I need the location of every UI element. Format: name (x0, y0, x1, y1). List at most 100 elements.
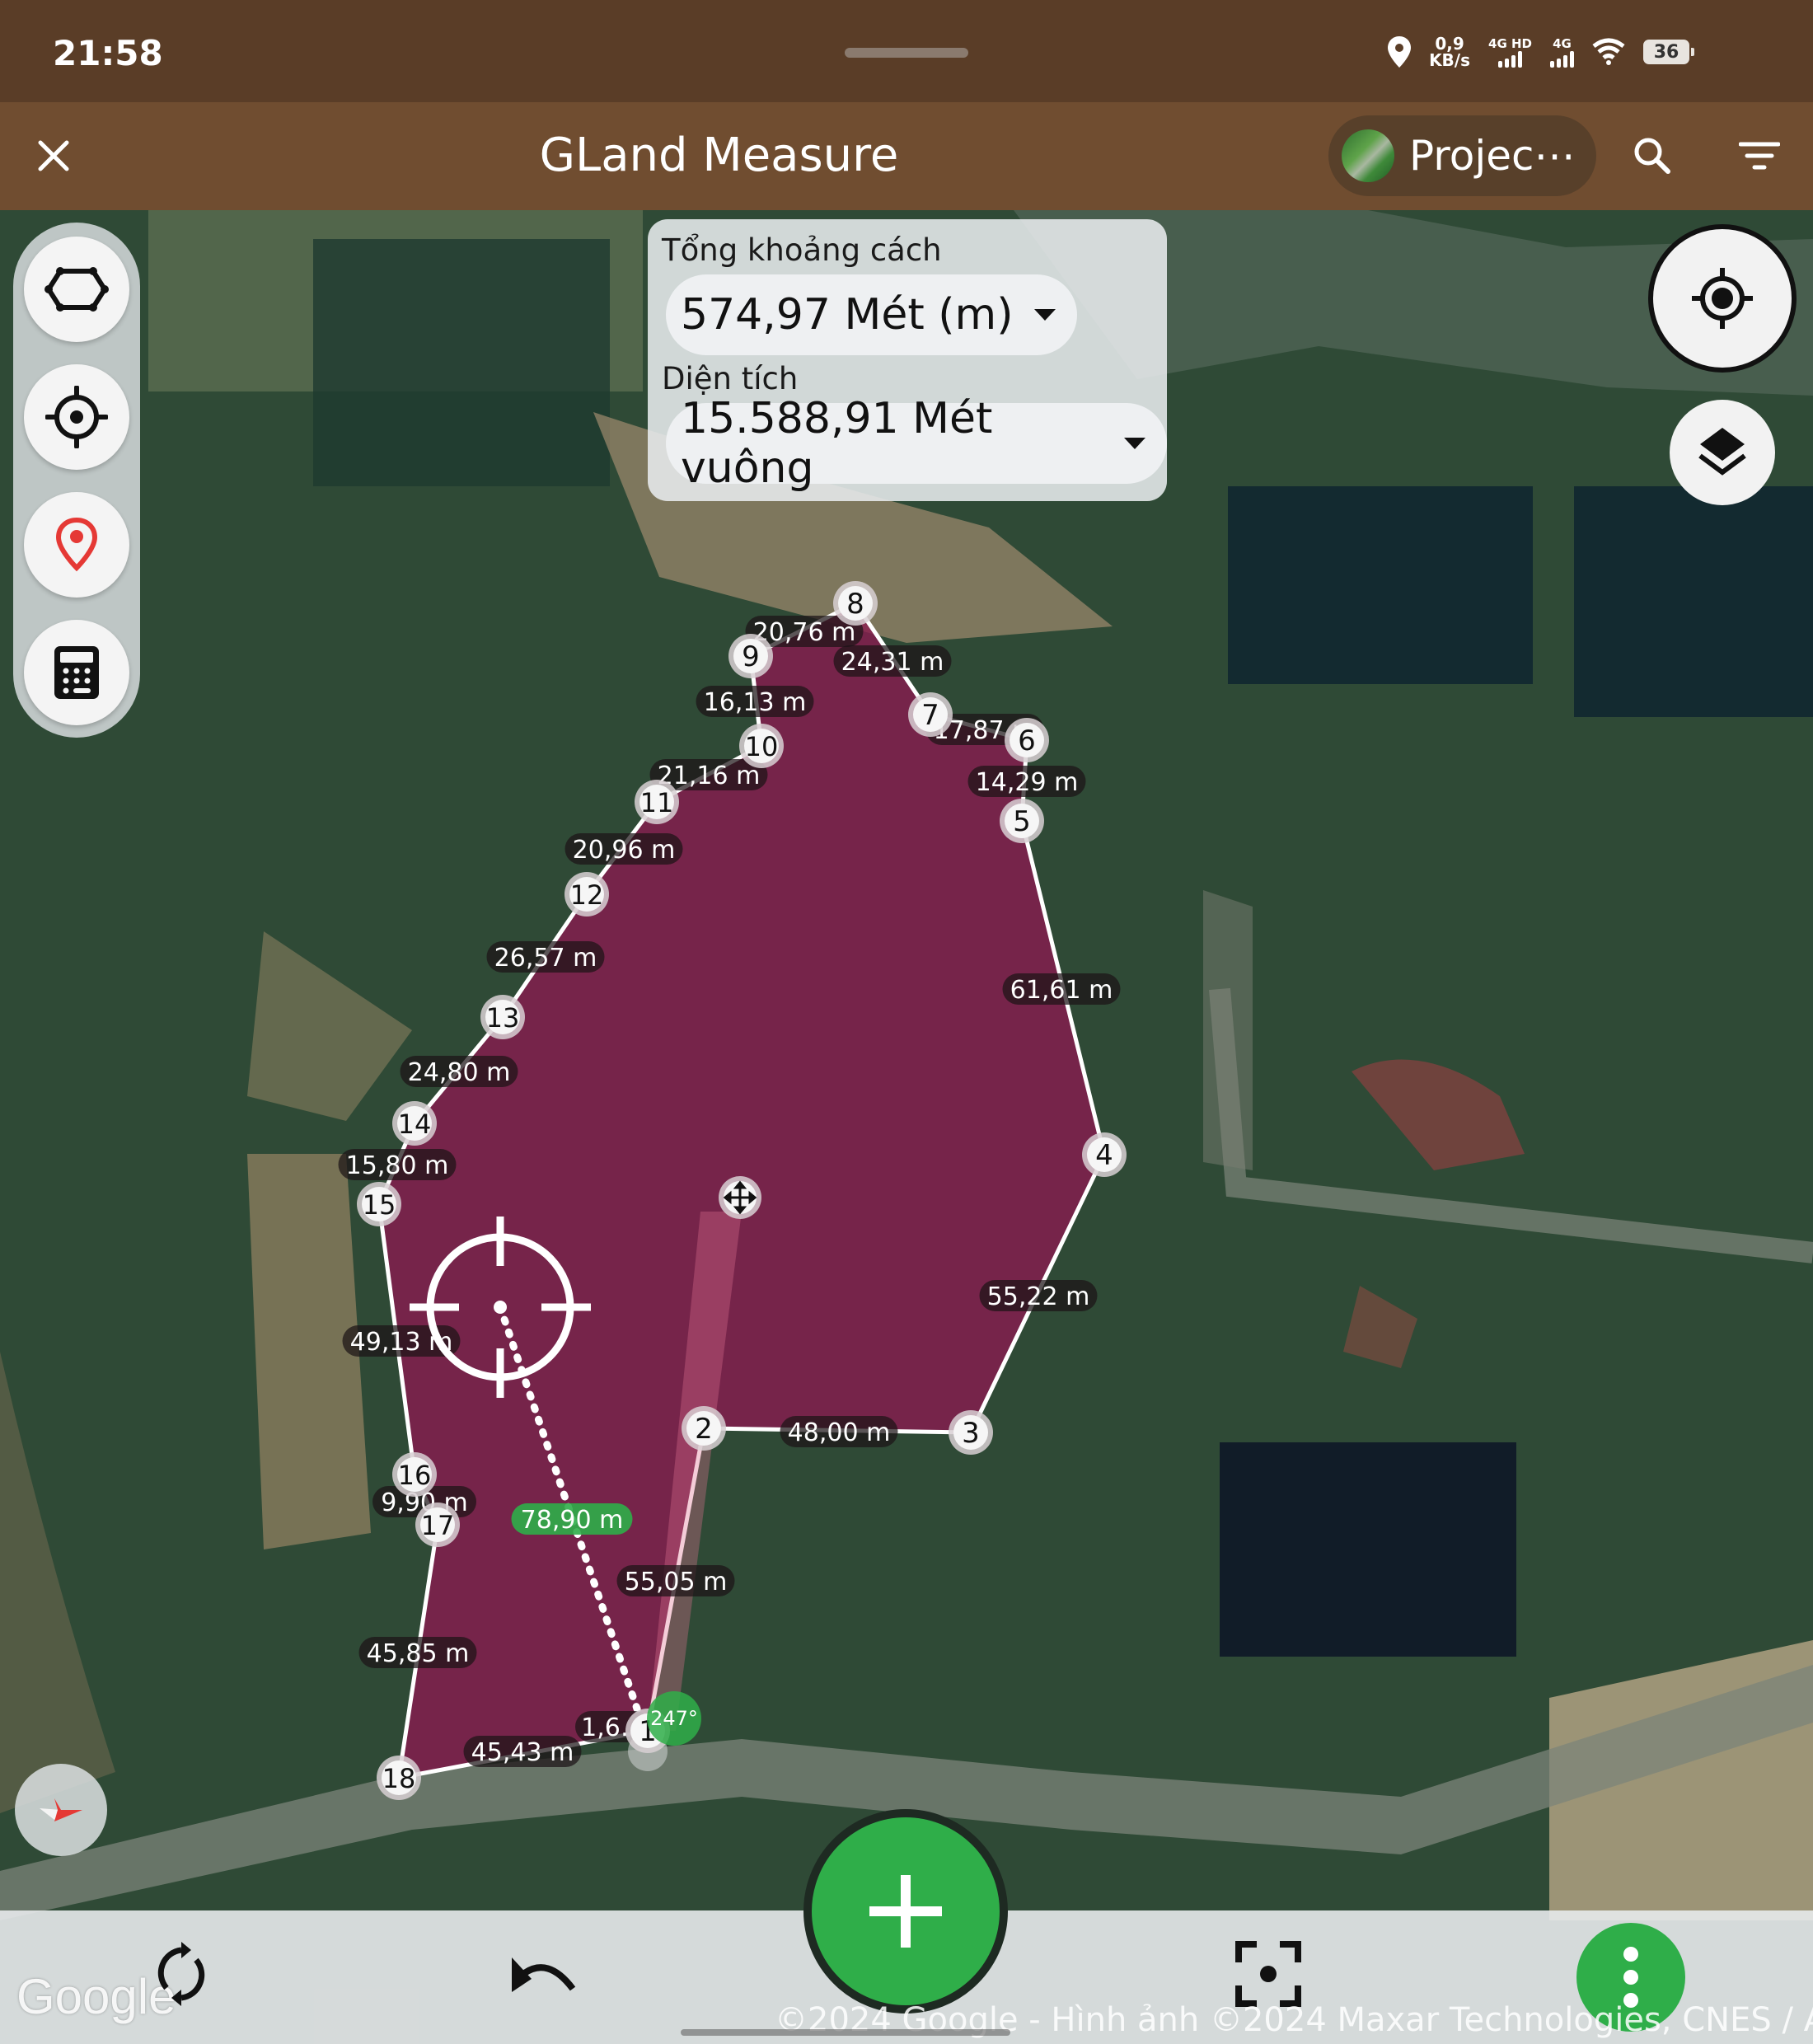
vertex-number: 8 (846, 588, 864, 621)
bearing-text: 247° (650, 1707, 698, 1730)
pending-segment-text: 78,90 m (521, 1506, 624, 1535)
vertex-marker[interactable]: 11 (635, 780, 679, 824)
vertex-marker[interactable]: 2 (682, 1406, 726, 1451)
segment-length-label: 20,96 m (565, 833, 683, 865)
vertex-marker[interactable]: 13 (480, 995, 525, 1039)
network-speed: 0,9 KB/s (1429, 35, 1470, 68)
segment-length-text: 21,16 m (658, 762, 761, 790)
segment-length-text: 14,29 m (976, 768, 1079, 797)
segment-length-text: 24,80 m (408, 1058, 511, 1087)
area-value: 15.588,91 Mét vuông (681, 394, 993, 493)
segment-length-label: 16,13 m (696, 686, 814, 717)
move-polygon-handle[interactable] (719, 1176, 761, 1219)
vertex-number: 10 (745, 731, 779, 762)
segment-length-text: 24,31 m (841, 648, 944, 677)
compass-icon (40, 1798, 82, 1821)
sim2-signal: 4G (1550, 36, 1574, 68)
search-icon (1634, 138, 1670, 174)
vertex-marker[interactable]: 4 (1082, 1132, 1127, 1177)
map-layers-button[interactable] (1670, 400, 1775, 505)
my-location-button[interactable] (1648, 224, 1797, 373)
vertex-number: 17 (421, 1510, 455, 1541)
crosshair-icon (45, 386, 108, 448)
vertex-number: 16 (398, 1460, 432, 1491)
segment-length-text: 55,22 m (987, 1282, 1090, 1311)
vertex-marker[interactable]: 15 (357, 1182, 401, 1226)
vertex-marker[interactable]: 14 (392, 1101, 437, 1146)
segment-length-label: 15,80 m (338, 1149, 457, 1180)
calculator-button[interactable] (24, 620, 129, 725)
vertex-marker[interactable]: 8 (833, 581, 878, 626)
vertex-number: 13 (486, 1002, 520, 1034)
vertex-marker[interactable]: 5 (1000, 799, 1044, 843)
vertex-number: 12 (570, 879, 604, 911)
segment-length-text: 26,57 m (494, 944, 597, 973)
segment-length-text: 45,85 m (367, 1639, 470, 1668)
vertex-number: 18 (382, 1763, 416, 1794)
vertex-marker[interactable]: 6 (1005, 718, 1049, 762)
dropdown-caret-icon (1034, 309, 1056, 321)
segment-length-label: 55,22 m (979, 1280, 1098, 1311)
network-speed-value: 0,9 (1435, 34, 1464, 54)
add-point-button[interactable] (803, 1809, 1008, 2014)
status-time: 21:58 (53, 33, 163, 73)
vertex-number: 15 (363, 1189, 396, 1221)
polygon-icon (45, 267, 109, 312)
layers-icon (1698, 428, 1746, 476)
vertex-marker[interactable]: 7 (908, 692, 953, 737)
search-button[interactable] (1623, 127, 1681, 185)
sim1-signal: 4G HD (1488, 36, 1532, 68)
bearing-badge: 247° (647, 1691, 701, 1746)
plus-icon (869, 1875, 942, 1948)
add-marker-button[interactable] (24, 492, 129, 598)
home-indicator[interactable] (681, 2029, 1010, 2036)
compass-button[interactable] (15, 1764, 107, 1856)
segment-length-label: 45,43 m (463, 1736, 582, 1767)
focus-center-icon (1235, 1941, 1301, 2007)
vertex-marker[interactable]: 17 (415, 1503, 460, 1547)
vertex-number: 2 (695, 1413, 713, 1446)
segment-length-label: 61,61 m (1002, 973, 1121, 1005)
refresh-icon (157, 1942, 205, 2006)
vertex-number: 4 (1095, 1139, 1113, 1172)
distance-unit-dropdown[interactable]: 574,97 Mét (m) (666, 274, 1078, 355)
drag-handle[interactable] (845, 48, 968, 58)
polygon-mode-button[interactable] (24, 237, 129, 342)
segment-length-label: 26,57 m (486, 941, 605, 973)
vertex-marker[interactable]: 16 (392, 1452, 437, 1497)
vertex-marker[interactable]: 10 (739, 724, 784, 768)
segment-length-text: 48,00 m (788, 1418, 891, 1447)
distance-label: Tổng khoảng cách (662, 232, 942, 268)
filter-button[interactable] (1731, 127, 1788, 185)
vertex-number: 11 (640, 787, 674, 818)
gps-point-button[interactable] (24, 364, 129, 470)
vertex-marker[interactable]: 3 (949, 1410, 993, 1455)
vertex-number: 14 (398, 1109, 432, 1140)
vertex-number: 7 (921, 699, 939, 732)
map-pin-icon (55, 517, 98, 572)
segment-length-text: 55,05 m (625, 1568, 728, 1596)
undo-button[interactable] (499, 1929, 589, 2019)
refresh-button[interactable] (136, 1929, 227, 2019)
signal-icon (1550, 51, 1574, 68)
vertex-marker[interactable]: 12 (565, 872, 609, 917)
vertex-marker[interactable]: 18 (377, 1756, 421, 1800)
left-toolbar (13, 223, 140, 738)
vertex-number: 5 (1013, 805, 1031, 838)
vertex-marker[interactable]: 9 (728, 634, 773, 678)
undo-icon (512, 1957, 576, 1992)
segment-length-label: 48,00 m (780, 1416, 898, 1447)
sim1-label: 4G HD (1488, 36, 1532, 51)
project-selector[interactable]: Projec⋯ (1328, 115, 1596, 196)
segment-length-text: 45,43 m (471, 1738, 574, 1767)
area-unit-dropdown[interactable]: 15.588,91 Mét vuông (666, 394, 1167, 493)
vertex-number: 9 (742, 640, 760, 673)
segment-length-label: 55,05 m (616, 1565, 735, 1596)
segment-length-text: 16,13 m (704, 688, 807, 717)
sim2-label: 4G (1553, 36, 1572, 51)
my-location-icon (1692, 268, 1753, 329)
status-bar: 21:58 0,9 KB/s 4G HD 4G 36 (0, 0, 1813, 102)
app-bar: GLand Measure Projec⋯ (0, 102, 1813, 210)
location-icon (1388, 36, 1412, 68)
project-thumbnail (1342, 129, 1394, 182)
